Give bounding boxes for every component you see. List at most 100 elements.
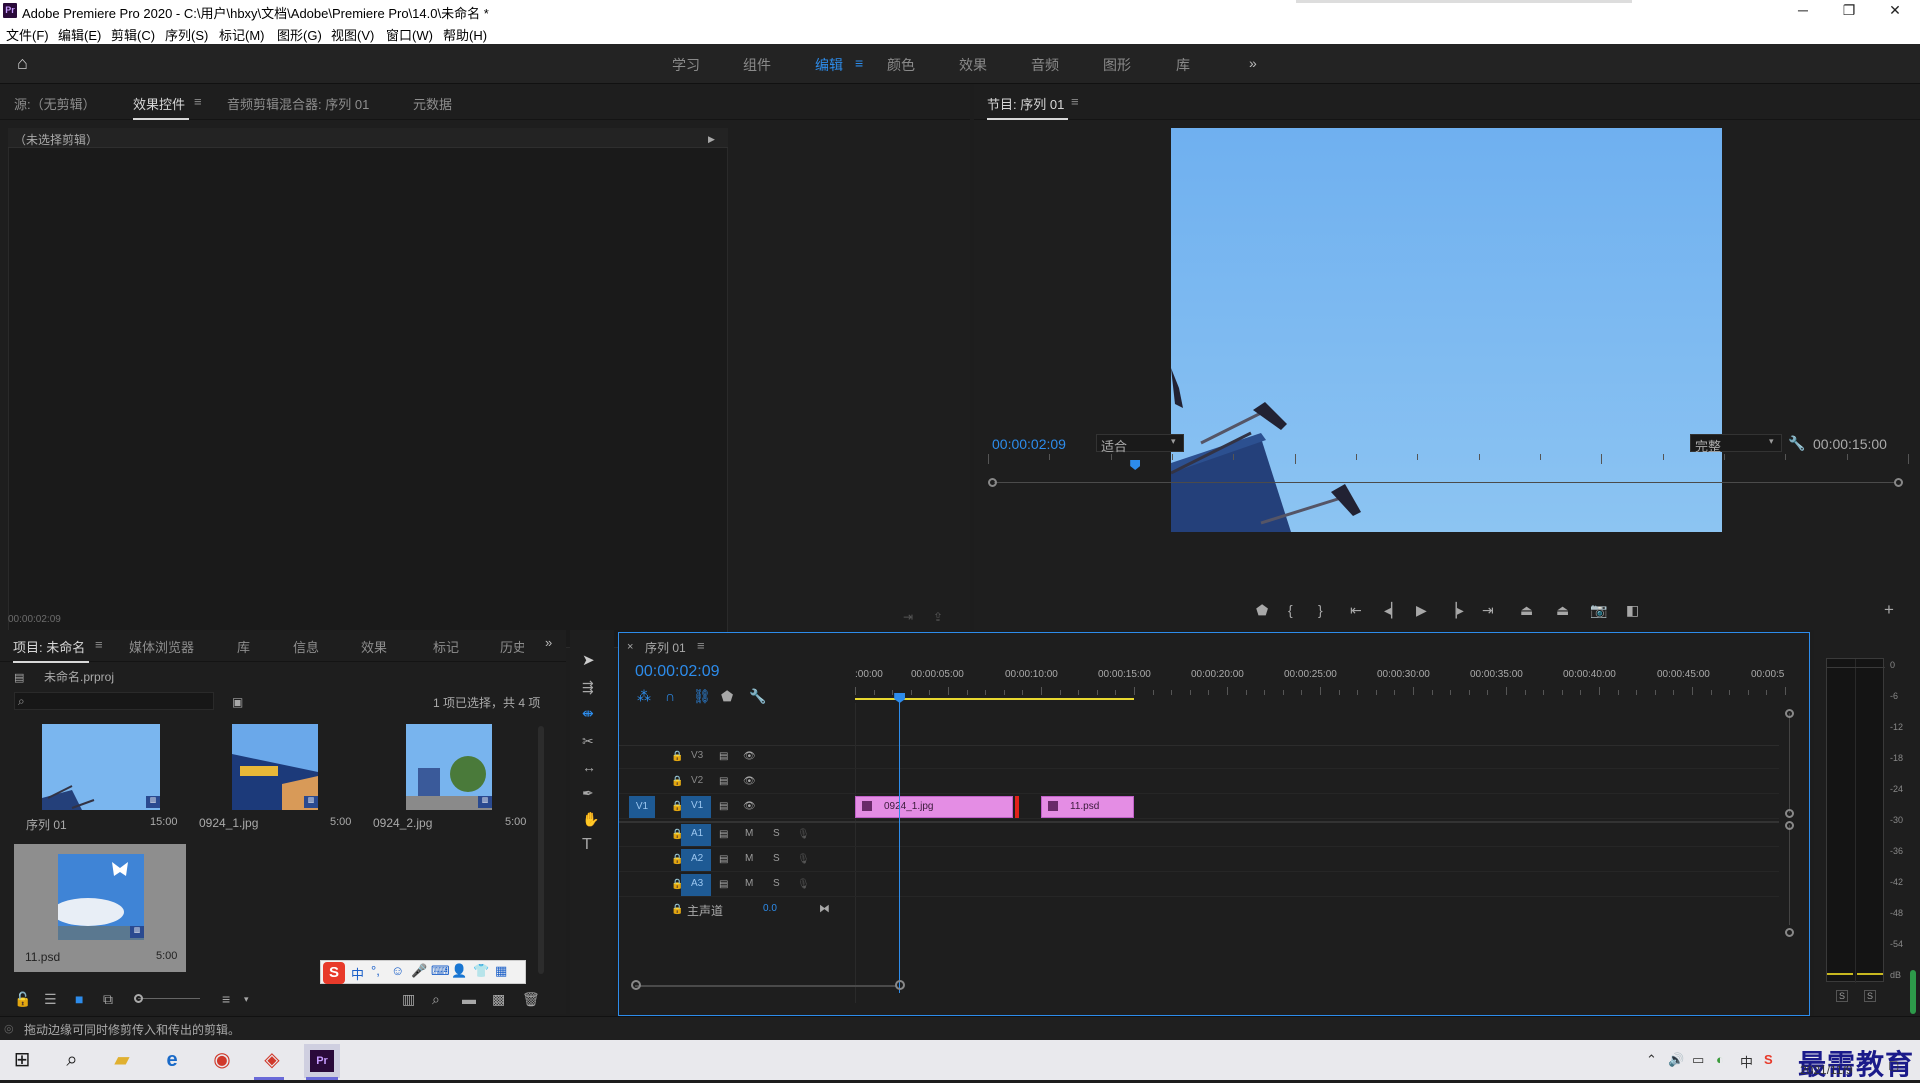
project-item-0924-1[interactable]: ▥ 0924_1.jpg 5:00	[188, 724, 360, 832]
sync-lock-icon[interactable]: ▤	[719, 750, 728, 764]
thumbnail-size-slider[interactable]	[138, 998, 200, 999]
lock-icon[interactable]: 🔒	[671, 775, 683, 789]
skin-icon[interactable]: 👕	[473, 963, 489, 979]
file-explorer-icon[interactable]: ▰	[106, 1044, 138, 1076]
sync-lock-icon[interactable]: ▤	[719, 878, 728, 892]
program-ruler[interactable]	[988, 454, 1909, 464]
tab-libraries[interactable]: 库	[237, 637, 250, 656]
new-bin-icon[interactable]: ▬	[462, 992, 476, 1006]
automate-to-sequence-icon[interactable]: ▥	[402, 992, 415, 1006]
solo-button[interactable]: S	[773, 878, 780, 889]
solo-button[interactable]: S	[773, 828, 780, 839]
extract-icon[interactable]: ⏏	[1556, 603, 1569, 617]
zoom-handle-left[interactable]	[988, 478, 997, 487]
workspace-effects[interactable]: 效果	[959, 55, 987, 75]
selection-tool-icon[interactable]: ➤	[582, 653, 595, 668]
slip-tool-icon[interactable]: ↔	[582, 760, 596, 774]
playhead-handle[interactable]	[894, 693, 906, 703]
ripple-edit-tool-icon[interactable]: ⇼	[582, 706, 594, 720]
project-search-input[interactable]: ⌕	[14, 692, 214, 710]
ime-language[interactable]: 中	[351, 964, 364, 983]
user-icon[interactable]: 👤	[451, 963, 467, 979]
tab-metadata[interactable]: 元数据	[413, 94, 452, 113]
lock-icon[interactable]: 🔒	[671, 903, 683, 917]
workspace-color[interactable]: 颜色	[887, 55, 915, 75]
tab-effect-controls[interactable]: 效果控件	[133, 94, 190, 120]
project-item-0924-2[interactable]: ▥ 0924_2.jpg 5:00	[362, 724, 534, 832]
go-to-out-icon[interactable]: ⇥	[1482, 603, 1494, 617]
timeline-settings-icon[interactable]: 🔧	[749, 689, 766, 703]
fit-dropdown[interactable]: 适合 ▾	[1096, 434, 1184, 454]
notification-icon[interactable]: ▢	[1888, 1058, 1899, 1072]
add-marker-icon[interactable]: ⬟	[721, 689, 733, 703]
toolbox-icon[interactable]: ▦	[495, 963, 507, 979]
audio-vscroll-top[interactable]	[1785, 821, 1794, 830]
quality-dropdown[interactable]: 完整 ▾	[1690, 434, 1782, 454]
lock-icon[interactable]: 🔓	[14, 992, 31, 1006]
play-icon[interactable]: ▶	[1416, 603, 1427, 617]
mute-button[interactable]: M	[745, 853, 753, 864]
linked-selection-icon[interactable]: ⛓	[693, 689, 711, 703]
vscroll-handle-top[interactable]	[1785, 709, 1794, 718]
eye-icon[interactable]: 👁	[743, 750, 756, 764]
tray-expand-icon[interactable]: ⌃	[1646, 1052, 1657, 1068]
program-playhead[interactable]	[1130, 460, 1141, 470]
microphone-icon[interactable]: 🎙	[797, 853, 810, 867]
tab-history[interactable]: 历史	[500, 637, 524, 656]
home-icon[interactable]: ⌂	[17, 54, 28, 72]
eye-icon[interactable]: 👁	[743, 775, 756, 789]
mute-button[interactable]: M	[745, 878, 753, 889]
project-scrollbar[interactable]	[538, 726, 544, 974]
program-menu-icon[interactable]: ≡	[1071, 94, 1079, 109]
slider-handle[interactable]	[134, 994, 143, 1003]
start-button-icon[interactable]: ⊞	[6, 1044, 38, 1076]
export-icon[interactable]: ⇪	[933, 610, 943, 624]
sync-lock-icon[interactable]: ▤	[719, 828, 728, 842]
tab-media-browser[interactable]: 媒体浏览器	[129, 637, 194, 656]
project-item-sequence[interactable]: ▥ 序列 01 15:00	[14, 724, 186, 832]
snap-icon[interactable]: ∩	[665, 689, 675, 703]
chevron-down-icon[interactable]: ▾	[244, 992, 249, 1006]
time-ruler[interactable]: :00:00 00:00:05:00 00:00:10:00 00:00:15:…	[855, 661, 1786, 701]
tab-project[interactable]: 项目: 未命名	[13, 637, 90, 663]
camera-icon[interactable]: 📷	[1590, 603, 1607, 617]
timeline-zoom-bar[interactable]	[635, 985, 897, 987]
find-icon[interactable]: ⌕	[432, 992, 440, 1006]
hand-tool-icon[interactable]: ✋	[582, 812, 599, 826]
edge-browser-icon[interactable]: e	[156, 1044, 188, 1076]
razor-tool-icon[interactable]: ✂	[582, 734, 594, 748]
tab-source[interactable]: 源:（无剪辑）	[14, 94, 96, 113]
master-volume-value[interactable]: 0.0	[763, 903, 777, 914]
workspace-menu-icon[interactable]: ≡	[855, 55, 863, 71]
close-icon[interactable]: ✕	[1872, 0, 1918, 22]
mark-in-icon[interactable]: {	[1288, 603, 1293, 617]
freeform-view-icon[interactable]: ⧉	[103, 992, 113, 1006]
sync-lock-icon[interactable]: ▤	[719, 853, 728, 867]
step-back-icon[interactable]: ◂▏	[1384, 603, 1402, 617]
vscroll-handle-bottom[interactable]	[1785, 809, 1794, 818]
timeline-playhead[interactable]	[894, 693, 906, 993]
menu-graphics[interactable]: 图形(G)	[277, 25, 322, 44]
ime-toolbar[interactable]: S 中 °, ☺ 🎤 ⌨ 👤 👕 ▦	[320, 960, 526, 984]
workspace-libraries[interactable]: 库	[1176, 55, 1190, 75]
chrome-icon[interactable]: ◉	[206, 1044, 238, 1076]
menu-sequence[interactable]: 序列(S)	[165, 25, 208, 44]
keyboard-icon[interactable]: ⌨	[431, 963, 450, 979]
menu-view[interactable]: 视图(V)	[331, 25, 374, 44]
sort-icon[interactable]: ≡	[222, 992, 230, 1006]
lock-icon[interactable]: 🔒	[671, 750, 683, 764]
minimize-icon[interactable]: ─	[1780, 0, 1826, 22]
step-forward-icon[interactable]: ▕▸	[1446, 603, 1464, 617]
project-item-11-psd[interactable]: ▥ 11.psd 5:00	[14, 844, 186, 972]
tab-effects[interactable]: 效果	[361, 637, 387, 656]
premiere-taskbar-button[interactable]: Pr	[304, 1044, 340, 1078]
icon-view-icon[interactable]: ■	[75, 992, 83, 1006]
workspace-graphics[interactable]: 图形	[1103, 55, 1131, 75]
microphone-icon[interactable]: 🎤	[411, 963, 427, 979]
workspace-editing[interactable]: 编辑	[815, 55, 843, 75]
expand-arrow-icon[interactable]: ▶	[708, 132, 715, 146]
workspace-assembly[interactable]: 组件	[743, 55, 771, 75]
go-to-end-icon[interactable]: ⧓	[819, 902, 830, 916]
comparison-view-icon[interactable]: ◧	[1626, 603, 1639, 617]
timeline-clip-11-psd[interactable]: 11.psd	[1041, 796, 1134, 818]
